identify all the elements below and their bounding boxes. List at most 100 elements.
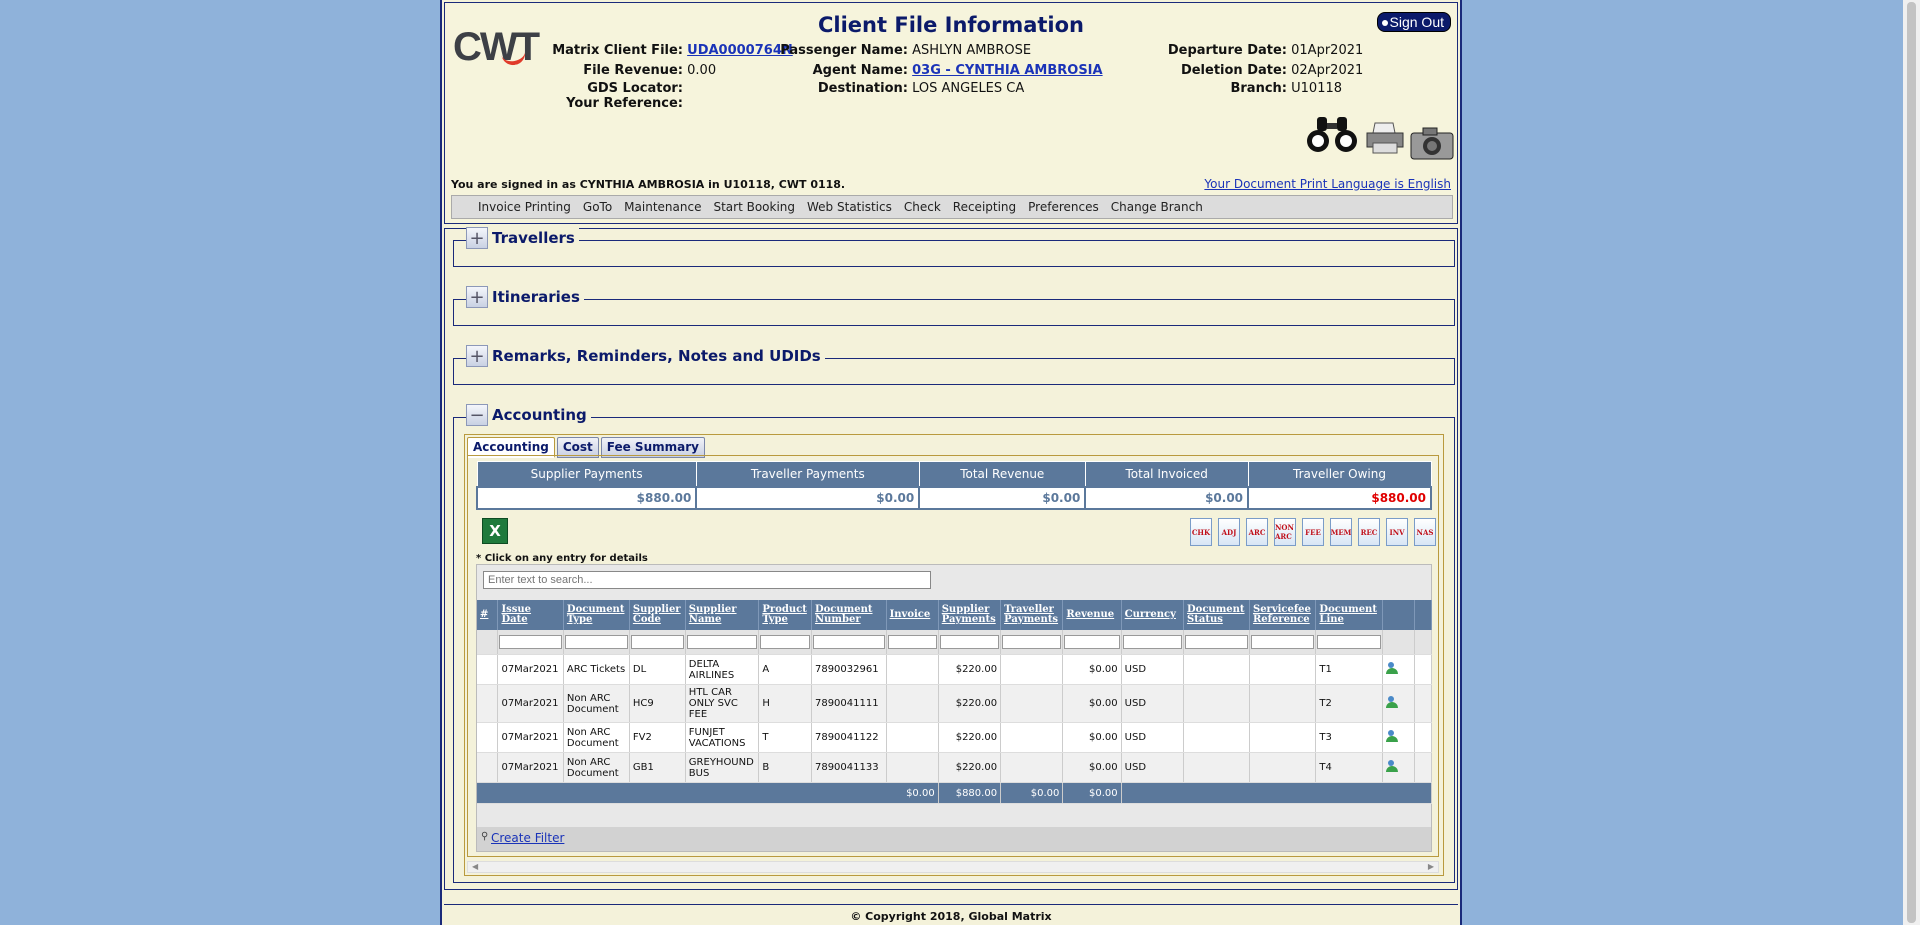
cell-servicefee-reference (1249, 684, 1317, 723)
scroll-right-icon[interactable]: ▶ (1428, 862, 1434, 871)
menu-receipting[interactable]: Receipting (947, 197, 1022, 214)
col-header-product-type[interactable]: Product Type (758, 600, 812, 630)
summary-total-invoiced: $0.00 (1084, 486, 1250, 510)
table-row[interactable]: 07Mar2021 ARC Tickets DL DELTA AIRLINES … (477, 654, 1433, 685)
filter-document-number[interactable] (812, 634, 885, 649)
matrix-client-file-label: Matrix Client File: (552, 43, 683, 58)
adj-doc-icon[interactable]: ADJ (1218, 518, 1240, 546)
printer-icon[interactable] (1365, 121, 1405, 155)
menu-goto[interactable]: GoTo (577, 197, 618, 214)
page-scrollbar-thumb[interactable] (1907, 2, 1916, 923)
col-header-document-number[interactable]: Document Number (811, 600, 887, 630)
itineraries-expand-icon[interactable]: + (466, 286, 488, 308)
col-header-supplier-payments[interactable]: Supplier Payments (938, 600, 1002, 630)
rec-doc-icon[interactable]: REC (1358, 518, 1380, 546)
filter-product-type[interactable] (760, 634, 810, 649)
menu-change-branch[interactable]: Change Branch (1105, 197, 1209, 214)
menu-maintenance[interactable]: Maintenance (618, 197, 707, 214)
traveller-assign-icon[interactable] (1385, 730, 1398, 742)
cell-number (477, 654, 499, 685)
col-header-document-line[interactable]: Document Line (1315, 600, 1383, 630)
col-header-number[interactable]: # (477, 600, 499, 630)
col-header-supplier-name[interactable]: Supplier Name (685, 600, 760, 630)
travellers-expand-icon[interactable]: + (466, 227, 488, 249)
col-header-invoice[interactable]: Invoice (886, 600, 939, 630)
itineraries-section: + Itineraries (453, 286, 1455, 326)
menu-invoice-printing[interactable]: Invoice Printing (472, 197, 577, 214)
camera-icon[interactable] (1409, 125, 1455, 161)
menu-web-statistics[interactable]: Web Statistics (801, 197, 898, 214)
filter-currency[interactable] (1122, 634, 1182, 649)
fee-doc-icon[interactable]: FEE (1302, 518, 1324, 546)
table-row[interactable]: 07Mar2021 Non ARC Document HC9 HTL CAR O… (477, 684, 1433, 723)
cell-revenue: $0.00 (1062, 752, 1122, 783)
filter-servicefee-reference[interactable] (1250, 634, 1315, 649)
accounting-collapse-icon[interactable]: − (466, 404, 488, 426)
total-supplier-payments: $880.00 (938, 782, 1002, 804)
cell-issue-date: 07Mar2021 (497, 752, 564, 783)
cell-revenue: $0.00 (1062, 722, 1122, 753)
col-header-traveller-payments[interactable]: Traveller Payments (1000, 600, 1064, 630)
cell-supplier-name: FUNJET VACATIONS (685, 722, 760, 753)
filter-supplier-name[interactable] (686, 634, 758, 649)
filter-cell-revenue (1062, 630, 1122, 655)
non-arc-doc-icon[interactable]: NON ARC (1274, 518, 1296, 546)
your-reference-row: Your Reference: (445, 96, 683, 111)
filter-document-line[interactable] (1317, 634, 1381, 649)
filter-traveller-payments[interactable] (1002, 634, 1062, 649)
grid-search-input[interactable] (483, 571, 931, 589)
binoculars-icon[interactable] (1305, 115, 1359, 155)
cell-spacer (1414, 752, 1433, 783)
cell-supplier-payments: $220.00 (938, 654, 1002, 685)
filter-supplier-code[interactable] (630, 634, 684, 649)
sign-out-button[interactable]: Sign Out (1376, 12, 1451, 32)
col-header-supplier-code[interactable]: Supplier Code (629, 600, 686, 630)
filter-cell-action (1382, 630, 1415, 655)
filter-document-status[interactable] (1185, 634, 1248, 649)
filter-cell-currency (1121, 630, 1185, 655)
table-row[interactable]: 07Mar2021 Non ARC Document FV2 FUNJET VA… (477, 722, 1433, 753)
filter-supplier-payments[interactable] (939, 634, 1000, 649)
scroll-left-icon[interactable]: ◀ (472, 862, 478, 871)
filter-issue-date[interactable] (499, 634, 562, 649)
create-filter-link[interactable]: Create Filter (491, 831, 564, 845)
col-header-issue-date[interactable]: Issue Date (497, 600, 564, 630)
traveller-assign-icon[interactable] (1385, 696, 1398, 708)
summary-header-traveller-payments: Traveller Payments (695, 461, 920, 488)
filter-document-type[interactable] (564, 634, 628, 649)
nas-doc-icon[interactable]: NAS (1414, 518, 1436, 546)
itineraries-legend: + Itineraries (466, 286, 584, 308)
remarks-expand-icon[interactable]: + (466, 345, 488, 367)
filter-revenue[interactable] (1064, 634, 1120, 649)
summary-traveller-owing: $880.00 (1247, 486, 1432, 510)
print-language-link[interactable]: Your Document Print Language is English (1204, 177, 1451, 191)
traveller-assign-icon[interactable] (1385, 760, 1398, 772)
table-row[interactable]: 07Mar2021 Non ARC Document GB1 GREYHOUND… (477, 752, 1433, 783)
departure-date-value: 01Apr2021 (1291, 43, 1364, 58)
excel-export-icon[interactable]: X (482, 518, 508, 544)
arc-doc-icon[interactable]: ARC (1246, 518, 1268, 546)
col-header-document-type[interactable]: Document Type (563, 600, 630, 630)
summary-traveller-payments: $0.00 (695, 486, 921, 510)
horizontal-scrollbar[interactable]: ◀ ▶ (467, 861, 1439, 873)
traveller-assign-icon[interactable] (1385, 662, 1398, 674)
filter-cell-spacer (1414, 630, 1433, 655)
chk-doc-icon[interactable]: CHK (1190, 518, 1212, 546)
your-reference-label: Your Reference: (566, 96, 683, 111)
table-header-row: # Issue Date Document Type Supplier Code… (477, 600, 1433, 630)
filter-cell-traveller-payments (1000, 630, 1064, 655)
col-header-revenue[interactable]: Revenue (1062, 600, 1122, 630)
file-revenue-label: File Revenue: (583, 63, 683, 78)
col-header-currency[interactable]: Currency (1121, 600, 1185, 630)
agent-name-link[interactable]: 03G - CYNTHIA AMBROSIA (912, 63, 1102, 78)
mem-doc-icon[interactable]: MEM (1330, 518, 1352, 546)
page-scrollbar[interactable] (1903, 0, 1920, 925)
menu-start-booking[interactable]: Start Booking (707, 197, 801, 214)
inv-doc-icon[interactable]: INV (1386, 518, 1408, 546)
col-header-document-status[interactable]: Document Status (1183, 600, 1250, 630)
col-header-servicefee-reference[interactable]: Servicefee Reference (1249, 600, 1317, 630)
filter-invoice[interactable] (887, 634, 937, 649)
menu-check[interactable]: Check (898, 197, 947, 214)
menu-preferences[interactable]: Preferences (1022, 197, 1105, 214)
filter-cell-number (477, 630, 499, 655)
